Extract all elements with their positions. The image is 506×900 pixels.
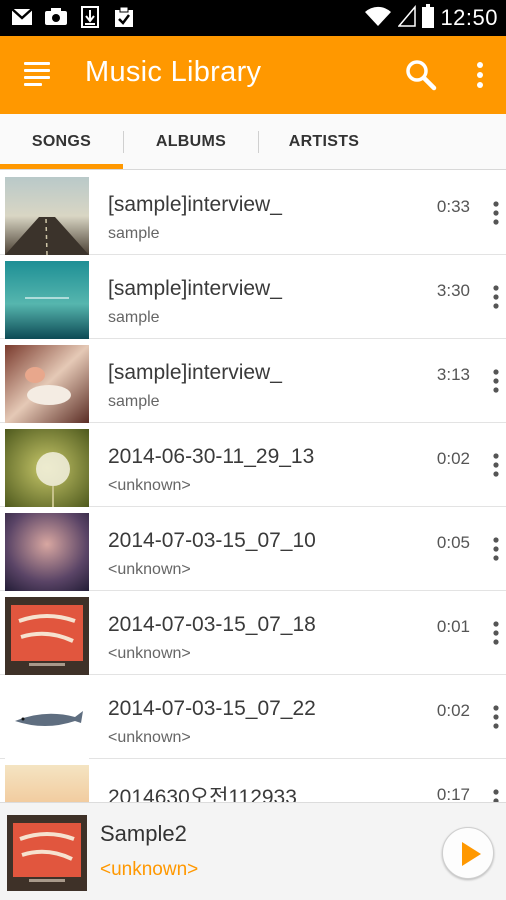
more-vert-icon[interactable] [468,58,492,92]
song-duration: 0:17 [436,785,470,802]
album-art [5,345,89,423]
more-vert-icon[interactable] [486,199,506,229]
song-duration: 0:01 [436,617,470,636]
more-vert-icon[interactable] [486,619,506,649]
photo-sync-icon [44,6,68,28]
song-row[interactable]: [sample]interview_ sample 3:30 [0,255,506,339]
song-duration: 3:30 [436,281,470,300]
now-playing-artist: <unknown> [100,859,199,880]
song-artist: <unknown> [108,477,191,494]
album-art [5,681,89,759]
more-vert-icon[interactable] [486,787,506,802]
menu-icon[interactable] [24,62,54,88]
song-row[interactable]: 2014630오전112933 0:17 [0,759,506,802]
album-art [5,429,89,507]
search-icon[interactable] [404,58,438,92]
song-row[interactable]: 2014-07-03-15_07_18 <unknown> 0:01 [0,591,506,675]
album-art [5,765,89,802]
song-duration: 3:13 [436,365,470,384]
signal-icon [397,4,417,32]
tab-albums[interactable]: ALBUMS [124,114,258,170]
tab-songs[interactable]: SONGS [0,114,123,170]
song-artist: sample [108,225,160,242]
song-row[interactable]: 2014-06-30-11_29_13 <unknown> 0:02 [0,423,506,507]
song-row[interactable]: 2014-07-03-15_07_22 <unknown> 0:02 [0,675,506,759]
tab-artists[interactable]: ARTISTS [259,114,389,170]
song-artist: <unknown> [108,645,191,662]
status-time: 12:50 [440,5,498,30]
more-vert-icon[interactable] [486,703,506,733]
song-title: 2014-07-03-15_07_10 [108,529,316,552]
song-row[interactable]: 2014-07-03-15_07_10 <unknown> 0:05 [0,507,506,591]
song-row[interactable]: [sample]interview_ sample 0:33 [0,171,506,255]
more-vert-icon[interactable] [486,283,506,313]
song-duration: 0:02 [436,449,470,468]
song-title: [sample]interview_ [108,361,282,384]
song-title: 2014-07-03-15_07_22 [108,697,316,720]
page-title: Music Library [85,56,262,88]
song-list[interactable]: [sample]interview_ sample 0:33 [sample]i… [0,171,506,802]
tab-bar: SONGS ALBUMS ARTISTS [0,114,506,170]
song-title: [sample]interview_ [108,277,282,300]
battery-icon [422,3,435,33]
song-artist: <unknown> [108,729,191,746]
song-title: 2014-07-03-15_07_18 [108,613,316,636]
song-duration: 0:05 [436,533,470,552]
song-title: 2014630오전112933 [108,786,297,802]
song-artist: <unknown> [108,561,191,578]
play-button[interactable] [442,827,494,879]
play-icon [462,842,481,866]
song-title: 2014-06-30-11_29_13 [108,445,315,468]
song-duration: 0:33 [436,197,470,216]
album-art [5,513,89,591]
song-title: [sample]interview_ [108,193,282,216]
more-vert-icon[interactable] [486,367,506,397]
now-playing-bar[interactable]: Sample2 <unknown> [0,802,506,900]
download-icon [78,6,102,28]
song-artist: sample [108,309,160,326]
tab-indicator [0,164,123,169]
wifi-icon [364,5,392,32]
gmail-icon [10,6,34,28]
now-playing-art [7,815,87,891]
song-row[interactable]: [sample]interview_ sample 3:13 [0,339,506,423]
more-vert-icon[interactable] [486,451,506,481]
album-art [5,597,89,675]
now-playing-title: Sample2 [100,821,187,846]
song-artist: sample [108,393,160,410]
album-art [5,261,89,339]
more-vert-icon[interactable] [486,535,506,565]
status-bar: 12:50 [0,0,506,36]
album-art [5,177,89,255]
clipboard-check-icon [112,6,136,28]
app-bar: Music Library [0,36,506,114]
song-duration: 0:02 [436,701,470,720]
